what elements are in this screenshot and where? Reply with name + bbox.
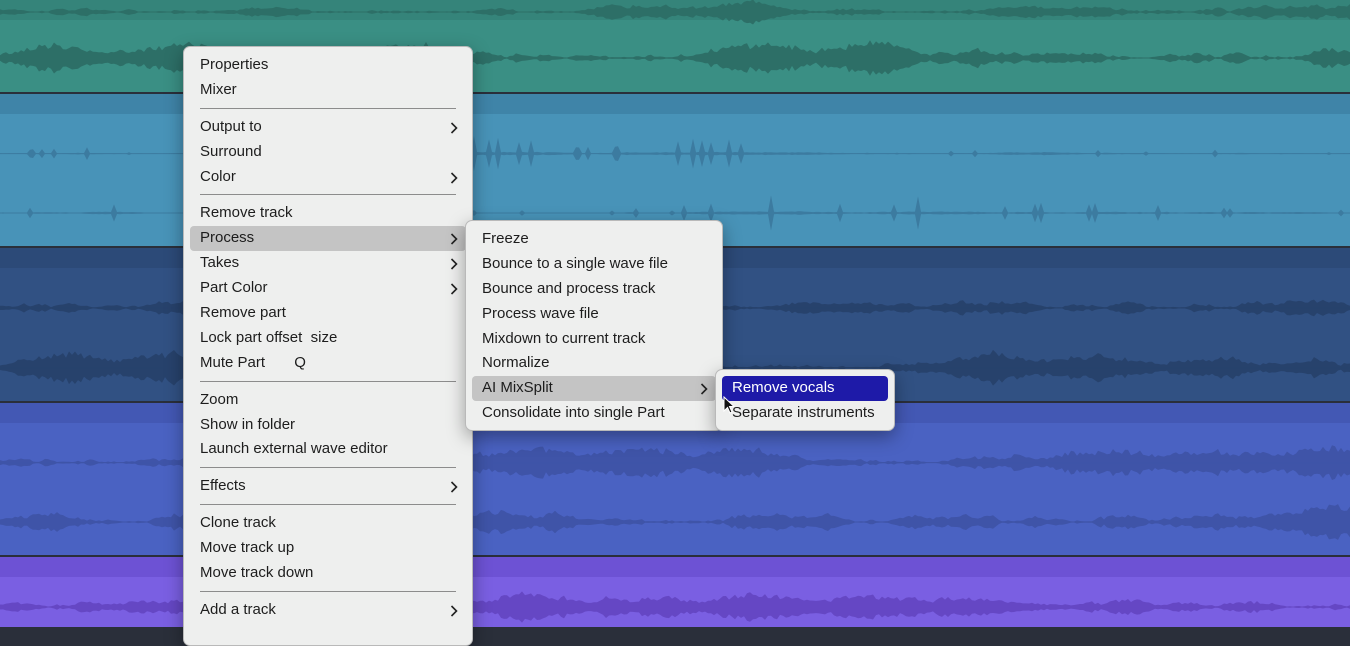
menu-item-move-track-up[interactable]: Move track up [190,536,466,561]
menu-item-mixdown-current-track[interactable]: Mixdown to current track [472,327,716,352]
menu-separator [200,194,456,196]
menu-item-ai-mixsplit[interactable]: AI MixSplit [472,376,716,402]
menu-item-part-color[interactable]: Part Color [190,276,466,301]
menu-item-move-track-down[interactable]: Move track down [190,561,466,586]
menu-item-remove-part[interactable]: Remove part [190,301,466,326]
menu-item-separate-instruments[interactable]: Separate instruments [722,401,888,426]
menu-item-add-a-track[interactable]: Add a track [190,598,466,623]
context-menu: Properties Mixer Output to Surround Colo… [183,46,473,646]
menu-separator [200,467,456,469]
menu-group-properties: Properties Mixer [184,53,472,103]
chevron-right-icon [450,115,458,134]
menu-item-remove-vocals[interactable]: Remove vocals [722,376,888,401]
menu-item-properties[interactable]: Properties [190,53,466,78]
menu-group-output: Output to Surround Color [184,115,472,190]
menu-item-launch-external-wave-editor[interactable]: Launch external wave editor [190,437,466,462]
menu-separator [200,590,456,592]
menu-item-zoom[interactable]: Zoom [190,388,466,413]
chevron-right-icon [450,226,458,245]
menu-item-process-wave-file[interactable]: Process wave file [472,302,716,327]
menu-item-output-to[interactable]: Output to [190,115,466,140]
menu-item-clone-track[interactable]: Clone track [190,511,466,536]
chevron-right-icon [450,474,458,493]
menu-separator [200,107,456,109]
chevron-right-icon [700,376,708,395]
menu-item-bounce-single-wave[interactable]: Bounce to a single wave file [472,252,716,277]
chevron-right-icon [450,165,458,184]
menu-group-effects: Effects [184,474,472,499]
menu-item-mute-part[interactable]: Mute Part Q [190,351,466,376]
menu-item-color[interactable]: Color [190,165,466,190]
menu-group-track-order: Clone track Move track up Move track dow… [184,511,472,586]
menu-item-remove-track[interactable]: Remove track [190,201,466,226]
menu-group-view: Zoom Show in folder Launch external wave… [184,388,472,463]
menu-item-freeze[interactable]: Freeze [472,227,716,252]
menu-item-bounce-and-process[interactable]: Bounce and process track [472,277,716,302]
menu-item-lock-part-offset-size[interactable]: Lock part offset size [190,326,466,351]
ai-mixsplit-submenu: Remove vocals Separate instruments [715,369,895,431]
chevron-right-icon [450,276,458,295]
menu-item-normalize[interactable]: Normalize [472,351,716,376]
menu-separator [200,380,456,382]
menu-item-takes[interactable]: Takes [190,251,466,276]
menu-item-effects[interactable]: Effects [190,474,466,499]
menu-group-track: Remove track Process Takes Part Color Re… [184,201,472,375]
menu-item-surround[interactable]: Surround [190,140,466,165]
menu-item-consolidate-single-part[interactable]: Consolidate into single Part [472,401,716,426]
menu-group-add: Add a track [184,598,472,623]
menu-separator [200,504,456,506]
mouse-pointer-icon [723,396,736,414]
chevron-right-icon [450,598,458,617]
chevron-right-icon [450,251,458,270]
menu-item-show-in-folder[interactable]: Show in folder [190,413,466,438]
menu-item-process[interactable]: Process [190,226,466,252]
menu-item-mixer[interactable]: Mixer [190,78,466,103]
process-submenu: Freeze Bounce to a single wave file Boun… [465,220,723,431]
